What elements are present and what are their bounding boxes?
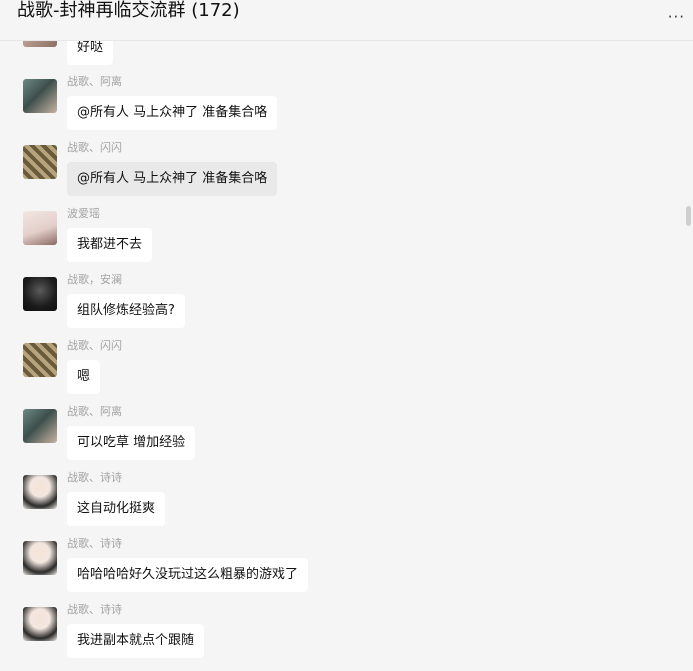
- message-bubble[interactable]: 组队修炼经验高?: [67, 294, 185, 328]
- message-bubble[interactable]: 我进副本就点个跟随: [67, 624, 205, 658]
- avatar[interactable]: [23, 277, 57, 311]
- avatar[interactable]: [23, 41, 57, 47]
- avatar[interactable]: [23, 211, 57, 245]
- message-bubble[interactable]: 嗯: [67, 360, 101, 394]
- avatar[interactable]: [23, 607, 57, 641]
- message-bubble[interactable]: 这自动化挺爽: [67, 492, 166, 526]
- message-bubble[interactable]: 可以吃草 增加经验: [67, 426, 196, 460]
- more-options-button[interactable]: ···: [668, 8, 685, 26]
- avatar[interactable]: [23, 343, 57, 377]
- message-bubble[interactable]: @所有人 马上众神了 准备集合咯: [67, 162, 278, 196]
- chat-header: 战歌-封神再临交流群 (172) ···: [0, 0, 693, 41]
- message-bubble[interactable]: 哈哈哈哈好久没玩过这么粗暴的游戏了: [67, 558, 309, 592]
- chat-title: 战歌-封神再临交流群 (172): [17, 0, 240, 21]
- sender-name: 战歌、诗诗: [67, 471, 122, 484]
- sender-name: 战歌，安澜: [67, 273, 122, 286]
- sender-name: 战歌、阿离: [67, 75, 122, 88]
- avatar[interactable]: [23, 475, 57, 509]
- sender-name: 战歌、诗诗: [67, 537, 122, 550]
- message-bubble[interactable]: 好哒: [67, 41, 114, 65]
- avatar[interactable]: [23, 541, 57, 575]
- avatar[interactable]: [23, 409, 57, 443]
- sender-name: 战歌、闪闪: [67, 339, 122, 352]
- sender-name: 战歌、阿离: [67, 405, 122, 418]
- sender-name: 战歌、闪闪: [67, 141, 122, 154]
- scrollbar-thumb[interactable]: [686, 206, 691, 226]
- avatar[interactable]: [23, 145, 57, 179]
- sender-name: 战歌、诗诗: [67, 603, 122, 616]
- sender-name: 波爱瑶: [67, 207, 100, 220]
- message-bubble[interactable]: @所有人 马上众神了 准备集合咯: [67, 96, 278, 130]
- avatar[interactable]: [23, 79, 57, 113]
- message-list: 好哒 战歌、阿离 @所有人 马上众神了 准备集合咯 战歌、闪闪 @所有人 马上众…: [0, 41, 693, 671]
- message-bubble[interactable]: 我都进不去: [67, 228, 153, 262]
